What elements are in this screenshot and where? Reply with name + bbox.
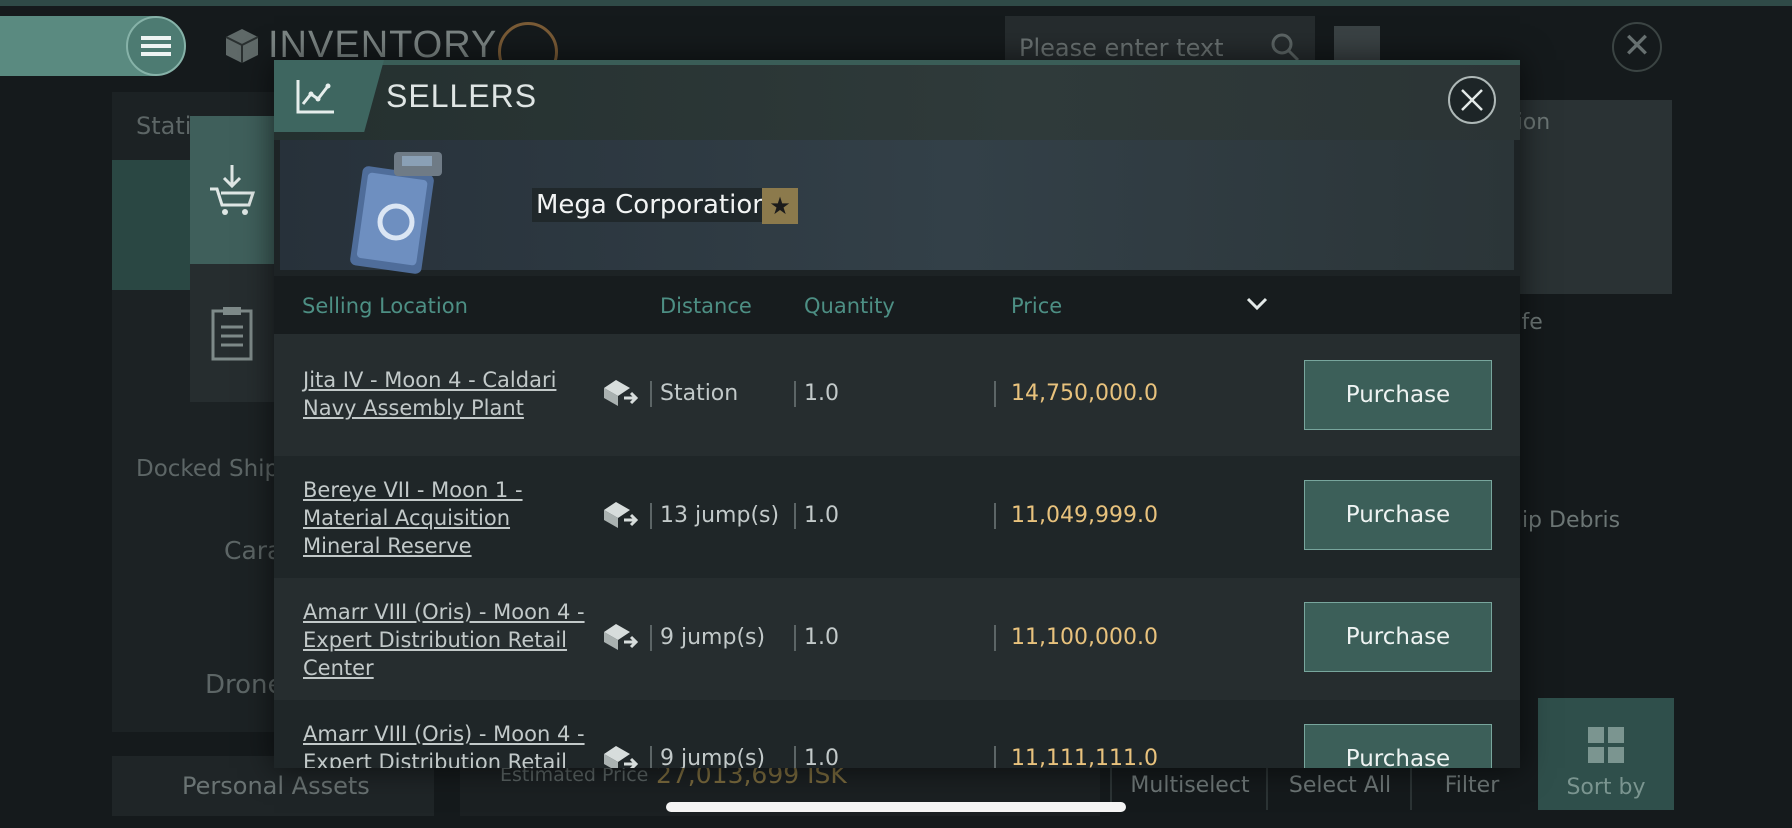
station-tab-label: Stati	[136, 112, 192, 140]
selling-location-link[interactable]: Amarr VIII (Oris) - Moon 4 - Expert Dist…	[303, 720, 593, 768]
quantity-value: 1.0	[804, 381, 839, 406]
column-divider	[794, 503, 796, 529]
corporation-name: Mega Corporation	[532, 188, 773, 222]
column-divider	[650, 381, 652, 407]
close-icon	[1461, 89, 1483, 111]
star-icon: ★	[762, 188, 798, 224]
price-value: 14,750,000.0	[1011, 381, 1158, 406]
blueprint-item-icon	[350, 152, 442, 274]
menu-button[interactable]	[126, 16, 186, 76]
column-divider	[650, 746, 652, 768]
column-divider	[650, 503, 652, 529]
modal-title: SELLERS	[386, 78, 538, 114]
home-indicator[interactable]	[666, 802, 1126, 812]
modal-close-button[interactable]	[1448, 76, 1496, 124]
top-accent-line	[0, 0, 1792, 6]
chevron-down-icon[interactable]	[1246, 296, 1268, 312]
column-divider	[994, 746, 996, 768]
drone-label: Drone	[205, 670, 284, 700]
price-value: 11,111,111.0	[1011, 746, 1158, 768]
column-divider	[994, 381, 996, 407]
docked-ship-label: Docked Ship	[136, 456, 280, 482]
column-divider	[994, 503, 996, 529]
price-value: 11,049,999.0	[1011, 503, 1158, 528]
orders-list-tab[interactable]	[190, 264, 274, 402]
station-panel[interactable]	[112, 160, 202, 290]
haul-icon[interactable]	[600, 620, 640, 656]
quantity-value: 1.0	[804, 625, 839, 650]
seller-banner	[280, 140, 1514, 270]
selling-location-link[interactable]: Jita IV - Moon 4 - Caldari Navy Assembly…	[303, 366, 593, 422]
sellers-modal: SELLERS Mega Corporation ★ Selling Locat…	[274, 60, 1520, 768]
column-divider	[794, 381, 796, 407]
quantity-value: 1.0	[804, 503, 839, 528]
buy-orders-tab[interactable]	[190, 116, 274, 264]
column-divider	[650, 625, 652, 651]
col-quantity[interactable]: Quantity	[804, 294, 895, 318]
haul-icon[interactable]	[600, 376, 640, 412]
distance-value: Station	[660, 381, 739, 406]
col-selling-location[interactable]: Selling Location	[302, 294, 468, 318]
distance-value: 9 jump(s)	[660, 746, 766, 768]
purchase-button[interactable]: Purchase	[1304, 602, 1492, 672]
search-icon[interactable]	[1270, 32, 1300, 62]
hamburger-icon	[141, 36, 171, 56]
selling-location-link[interactable]: Bereye VII - Moon 1 - Material Acquisiti…	[303, 476, 593, 560]
price-value: 11,100,000.0	[1011, 625, 1158, 650]
purchase-button[interactable]: Purchase	[1304, 724, 1492, 768]
right-item-label-3: hip Debris	[1508, 508, 1621, 533]
cube-icon	[225, 29, 259, 63]
purchase-button[interactable]: Purchase	[1304, 480, 1492, 550]
personal-assets-label: Personal Assets	[182, 772, 370, 800]
column-divider	[794, 625, 796, 651]
column-divider	[794, 746, 796, 768]
cart-download-icon	[210, 165, 256, 215]
distance-value: 9 jump(s)	[660, 625, 766, 650]
grid-icon	[1588, 727, 1624, 763]
inventory-close-button[interactable]: ✕	[1612, 22, 1662, 72]
chart-icon	[296, 80, 334, 114]
distance-value: 13 jump(s)	[660, 503, 780, 528]
selling-location-link[interactable]: Amarr VIII (Oris) - Moon 4 - Expert Dist…	[303, 598, 593, 682]
column-divider	[994, 625, 996, 651]
haul-icon[interactable]	[600, 498, 640, 534]
sort-by-label: Sort by	[1566, 775, 1646, 800]
col-price[interactable]: Price	[1011, 294, 1062, 318]
purchase-button[interactable]: Purchase	[1304, 360, 1492, 430]
haul-icon[interactable]	[600, 742, 640, 768]
quantity-value: 1.0	[804, 746, 839, 768]
sort-by-button[interactable]: Sort by	[1538, 698, 1674, 810]
clipboard-icon	[211, 307, 253, 361]
col-distance[interactable]: Distance	[660, 294, 752, 318]
